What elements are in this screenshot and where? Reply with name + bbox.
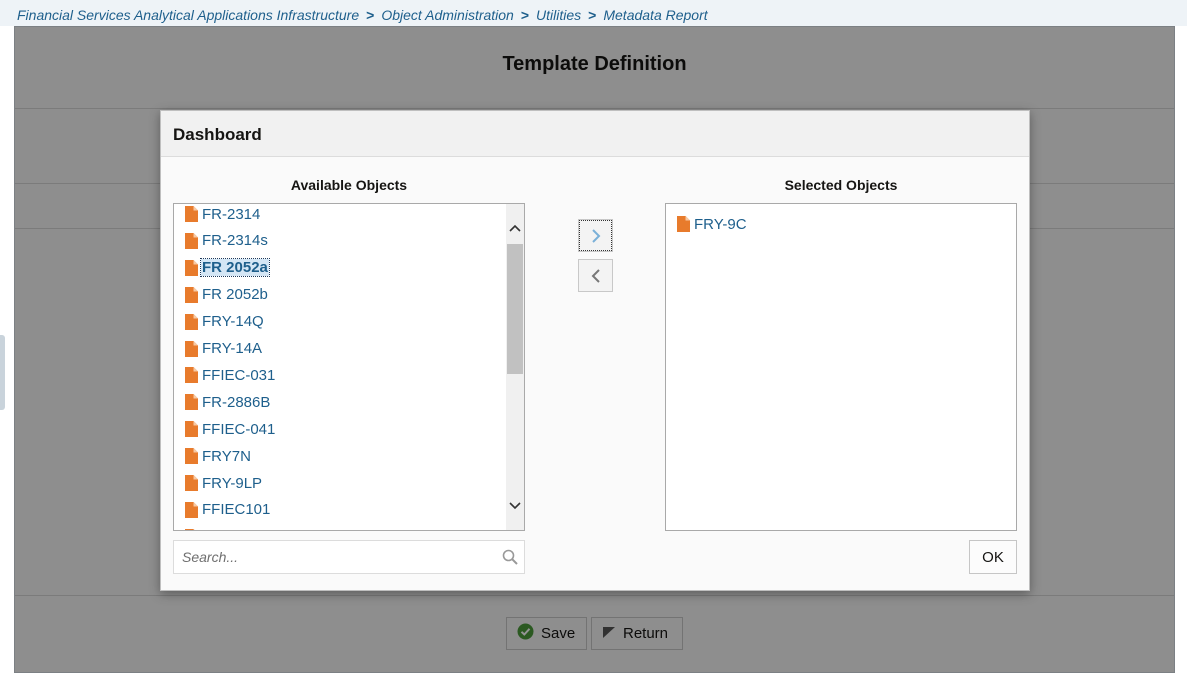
list-item[interactable]: FRY7N: [185, 445, 252, 467]
list-item-label: FR-2314s: [202, 232, 268, 250]
document-icon: [185, 421, 198, 438]
scroll-down-button[interactable]: [506, 496, 524, 516]
list-item-label: FR-2900: [201, 528, 261, 530]
search-input[interactable]: [180, 548, 502, 566]
chevron-down-icon: [509, 502, 521, 510]
document-icon: [185, 501, 198, 518]
list-item-label: FR-2886B: [202, 393, 271, 411]
list-item-label: FR 2052a: [200, 258, 270, 278]
list-item-label: FRY-14A: [202, 340, 263, 357]
document-icon: [185, 528, 195, 530]
list-item[interactable]: FR-2900: [185, 526, 261, 530]
document-icon: [185, 394, 198, 411]
dialog-title: Dashboard: [161, 111, 1029, 157]
selected-objects-title: Selected Objects: [784, 177, 898, 193]
breadcrumb-item-object-administration[interactable]: Object Administration: [381, 7, 514, 23]
list-item[interactable]: FRY-14A: [185, 338, 263, 360]
selected-objects-list[interactable]: FRY-9C: [665, 203, 1017, 531]
document-icon: [185, 448, 198, 465]
list-item[interactable]: FRY-14Q: [185, 311, 265, 333]
list-item[interactable]: FR-2886B: [185, 391, 271, 413]
list-item-label: FRY-14Q: [202, 313, 264, 331]
list-item[interactable]: FFIEC-031: [185, 364, 276, 386]
breadcrumb-item-metadata-report[interactable]: Metadata Report: [603, 7, 707, 23]
list-item[interactable]: FFIEC-041: [185, 418, 276, 440]
chevron-right-icon: [591, 228, 600, 243]
document-icon: [185, 475, 198, 491]
list-item[interactable]: FR 2052b: [185, 284, 269, 306]
ok-button[interactable]: OK: [969, 540, 1017, 574]
move-right-button[interactable]: [578, 219, 613, 252]
breadcrumb-item-utilities[interactable]: Utilities: [536, 7, 581, 23]
breadcrumb: Financial Services Analytical Applicatio…: [0, 0, 1187, 26]
list-item-label: FR-2314: [202, 205, 261, 223]
list-item[interactable]: FRY-9C: [677, 213, 748, 235]
list-item[interactable]: FRY-9LP: [185, 472, 263, 494]
side-panel-handle[interactable]: [0, 335, 5, 410]
list-item-label: FRY7N: [202, 447, 251, 465]
list-item-label: FFIEC-041: [202, 420, 276, 438]
scrollbar[interactable]: [506, 204, 524, 530]
chevron-up-icon: [509, 224, 521, 232]
document-icon: [185, 367, 198, 384]
document-icon: [185, 232, 198, 249]
document-icon: [185, 286, 198, 303]
available-objects-list[interactable]: FR-2314 FR-2314s FR 2052a FR 2052b FRY-14Q FR…: [173, 203, 525, 531]
list-item[interactable]: FR 2052a: [185, 257, 270, 279]
document-icon: [677, 216, 690, 232]
list-item-label: FR 2052b: [202, 286, 268, 304]
list-item[interactable]: FR-2314: [185, 204, 261, 225]
document-icon: [185, 313, 198, 330]
selected-objects-items: FRY-9C: [666, 204, 998, 530]
document-icon: [185, 340, 198, 357]
list-item[interactable]: FFIEC101: [185, 499, 271, 521]
list-item-label: FRY-9LP: [202, 474, 263, 492]
list-item-label: FRY-9C: [694, 215, 747, 233]
search-box: [173, 540, 525, 574]
chevron-left-icon: [591, 268, 600, 283]
move-left-button[interactable]: [578, 259, 613, 292]
breadcrumb-separator: >: [366, 7, 375, 23]
available-objects-items: FR-2314 FR-2314s FR 2052a FR 2052b FRY-14Q FR…: [174, 204, 506, 530]
document-icon: [185, 206, 198, 222]
dashboard-dialog: Dashboard Available Objects Selected Obj…: [160, 110, 1030, 591]
breadcrumb-separator: >: [520, 7, 530, 23]
scroll-up-button[interactable]: [506, 218, 524, 238]
list-item-label: FFIEC101: [202, 501, 271, 519]
breadcrumb-separator: >: [588, 7, 597, 23]
list-item[interactable]: FR-2314s: [185, 230, 269, 252]
document-icon: [185, 259, 198, 276]
breadcrumb-item-fsaai[interactable]: Financial Services Analytical Applicatio…: [17, 7, 359, 23]
search-icon[interactable]: [502, 549, 518, 565]
list-item-label: FFIEC-031: [202, 366, 276, 384]
available-objects-title: Available Objects: [290, 177, 408, 193]
scrollbar-thumb[interactable]: [507, 244, 523, 374]
